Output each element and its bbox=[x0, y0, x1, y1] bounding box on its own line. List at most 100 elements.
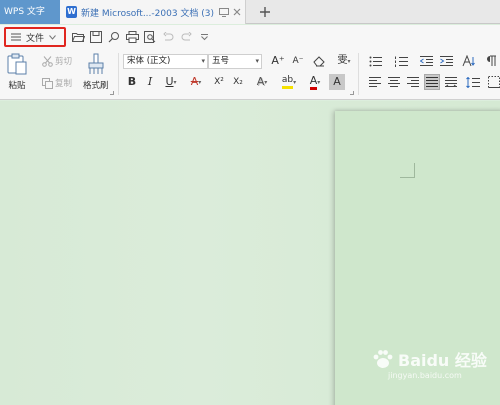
highlight-button[interactable]: ab ▾ bbox=[277, 74, 301, 90]
close-tab-icon[interactable] bbox=[233, 8, 241, 16]
scissors-icon bbox=[42, 55, 53, 67]
align-right-button[interactable] bbox=[405, 74, 421, 90]
phonetic-guide-button[interactable]: 雯 ▾ bbox=[333, 53, 355, 69]
justify-button[interactable] bbox=[424, 74, 440, 90]
font-group-launcher[interactable] bbox=[350, 91, 354, 95]
undo-button[interactable] bbox=[160, 29, 176, 45]
save-button[interactable] bbox=[88, 29, 104, 45]
text-effect-button[interactable]: A ▾ bbox=[251, 74, 273, 90]
menu-icon bbox=[11, 33, 21, 41]
print-button[interactable] bbox=[124, 29, 140, 45]
font-family-select[interactable]: 宋体 (正文) ▾ bbox=[123, 54, 208, 69]
align-center-icon bbox=[388, 77, 400, 87]
strikethrough-button[interactable]: A ▾ bbox=[185, 74, 207, 90]
file-menu-label: 文件 bbox=[26, 33, 45, 44]
paste-label: 粘贴 bbox=[8, 81, 26, 91]
subscript-button[interactable]: X₂ bbox=[230, 74, 246, 90]
underline-button[interactable]: U ▾ bbox=[160, 74, 182, 90]
print-preview-button[interactable] bbox=[142, 29, 158, 45]
paste-button[interactable]: 粘贴 bbox=[7, 53, 27, 91]
app-tab-wps[interactable]: WPS 文字 bbox=[0, 0, 60, 24]
page-margin-corner bbox=[400, 163, 415, 178]
chinese-layout-icon bbox=[462, 55, 475, 67]
align-right-icon bbox=[407, 77, 419, 87]
bullets-button[interactable] bbox=[364, 53, 386, 69]
folder-open-icon bbox=[71, 32, 85, 42]
shrink-font-icon: A⁻ bbox=[292, 56, 304, 66]
cut-button[interactable]: 剪切 bbox=[42, 55, 72, 67]
save-icon bbox=[90, 31, 102, 43]
shrink-font-button[interactable]: A⁻ bbox=[290, 53, 306, 69]
font-size-value: 五号 bbox=[212, 56, 230, 66]
print-preview-icon bbox=[144, 31, 156, 43]
dropdown-arrow-icon bbox=[200, 34, 208, 41]
word-doc-icon: W bbox=[66, 6, 77, 18]
open-button[interactable] bbox=[70, 29, 86, 45]
borders-icon bbox=[488, 76, 500, 88]
baidu-jingyan-watermark: Baidu 经验 bbox=[372, 347, 487, 371]
align-left-button[interactable] bbox=[367, 74, 383, 90]
align-center-button[interactable] bbox=[386, 74, 402, 90]
clipboard-group-launcher[interactable] bbox=[110, 91, 114, 95]
find-button[interactable] bbox=[106, 29, 122, 45]
copy-icon bbox=[42, 77, 53, 89]
italic-icon: I bbox=[147, 75, 153, 88]
underline-icon: U bbox=[165, 75, 174, 88]
italic-button[interactable]: I bbox=[142, 74, 158, 90]
watermark-url: jingyan.baidu.com bbox=[388, 371, 462, 380]
font-color-icon: A bbox=[309, 74, 318, 90]
new-tab-button[interactable] bbox=[256, 3, 274, 21]
chevron-down-icon: ▾ bbox=[255, 57, 259, 65]
grow-font-button[interactable]: A⁺ bbox=[270, 53, 286, 69]
chinese-layout-button[interactable] bbox=[458, 53, 480, 69]
font-color-button[interactable]: A ▾ bbox=[304, 74, 326, 90]
show-hide-marks-button[interactable] bbox=[483, 53, 499, 69]
document-tab-title: 新建 Microsoft...-2003 文档 (3) bbox=[81, 8, 215, 19]
text-effect-icon: A bbox=[256, 75, 265, 88]
format-painter-button[interactable]: 格式刷 bbox=[83, 53, 109, 91]
align-left-icon bbox=[369, 77, 381, 87]
plus-icon bbox=[260, 7, 270, 17]
watermark-text: Baidu 经验 bbox=[398, 351, 487, 370]
increase-indent-button[interactable] bbox=[438, 53, 454, 69]
distributed-align-button[interactable] bbox=[443, 74, 459, 90]
group-separator bbox=[118, 53, 119, 95]
font-family-value: 宋体 (正文) bbox=[127, 56, 171, 66]
borders-button[interactable] bbox=[486, 74, 500, 90]
bold-button[interactable]: B bbox=[124, 74, 140, 90]
customize-toolbar-button[interactable] bbox=[196, 29, 212, 45]
eraser-icon bbox=[313, 56, 325, 67]
subscript-icon: X₂ bbox=[233, 77, 243, 87]
grow-font-icon: A⁺ bbox=[271, 54, 285, 67]
line-spacing-icon bbox=[466, 76, 480, 88]
chevron-down-icon bbox=[49, 34, 56, 40]
strikethrough-icon: A bbox=[190, 75, 199, 88]
phonetic-guide-icon: 雯 bbox=[337, 55, 348, 66]
decrease-indent-button[interactable] bbox=[418, 53, 434, 69]
file-menu-button[interactable]: 文件 bbox=[4, 27, 66, 47]
clipboard-icon bbox=[7, 53, 27, 75]
printer-icon bbox=[125, 31, 139, 43]
chevron-down-icon: ▾ bbox=[201, 57, 205, 65]
ribbon-home: 粘贴 剪切 复制 格式刷 宋体 (正文) ▾ 五号 ▾ A⁺ A⁻ 雯 ▾ B I… bbox=[0, 49, 500, 100]
superscript-button[interactable]: X² bbox=[211, 74, 227, 90]
redo-button[interactable] bbox=[178, 29, 194, 45]
tab-window-icon[interactable] bbox=[219, 7, 229, 17]
copy-button[interactable]: 复制 bbox=[42, 77, 72, 89]
format-painter-label: 格式刷 bbox=[83, 81, 109, 91]
undo-icon bbox=[162, 32, 173, 41]
clear-format-button[interactable] bbox=[311, 53, 327, 69]
cut-label: 剪切 bbox=[55, 57, 73, 67]
character-shading-button[interactable]: A bbox=[329, 74, 345, 90]
document-tab[interactable]: W 新建 Microsoft...-2003 文档 (3) bbox=[60, 0, 246, 24]
highlighter-icon: ab bbox=[281, 75, 294, 89]
outdent-icon bbox=[419, 55, 433, 66]
paragraph-mark-icon bbox=[487, 55, 496, 66]
numbering-button[interactable] bbox=[390, 53, 412, 69]
group-separator bbox=[358, 53, 359, 95]
tab-bar: WPS 文字 W 新建 Microsoft...-2003 文档 (3) bbox=[0, 0, 500, 24]
font-size-select[interactable]: 五号 ▾ bbox=[208, 54, 262, 69]
numbered-list-icon bbox=[394, 56, 408, 67]
bold-icon: B bbox=[127, 75, 137, 88]
line-spacing-button[interactable] bbox=[462, 74, 484, 90]
